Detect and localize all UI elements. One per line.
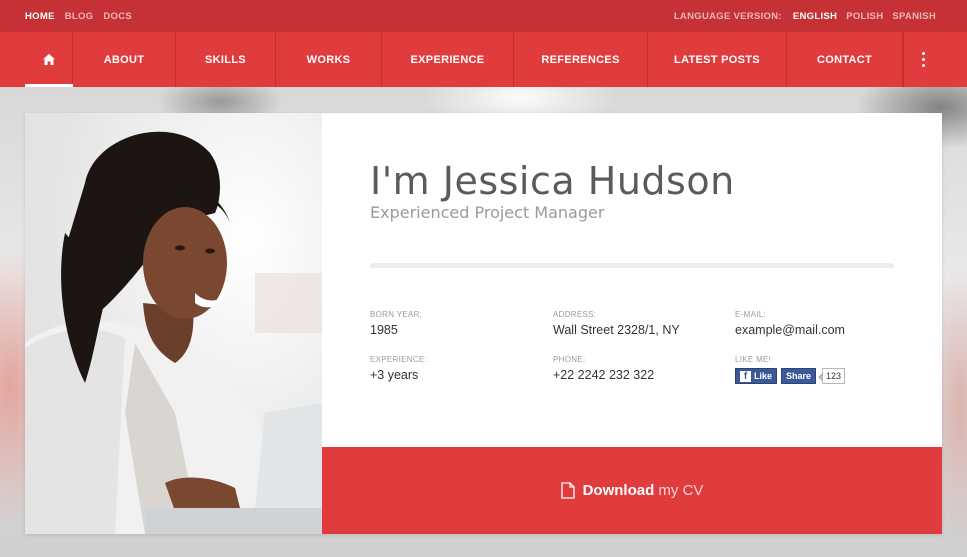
address-value: Wall Street 2328/1, NY — [553, 323, 680, 337]
download-cv-button[interactable]: Download my CV — [322, 447, 942, 534]
language-english[interactable]: ENGLISH — [793, 11, 837, 22]
facebook-share-button[interactable]: Share — [781, 368, 817, 384]
top-link-home[interactable]: HOME — [25, 11, 55, 22]
email-value[interactable]: example@mail.com — [735, 323, 845, 337]
language-switcher: LANGUAGE VERSION: ENGLISH POLISH SPANISH — [674, 11, 942, 22]
top-links: HOME BLOG DOCS — [25, 11, 132, 22]
born-year-label: BORN YEAR: — [370, 310, 423, 319]
nav-references[interactable]: REFERENCES — [514, 32, 648, 87]
language-label: LANGUAGE VERSION: — [673, 10, 782, 22]
nav-latest-posts[interactable]: LATEST POSTS — [648, 32, 787, 87]
facebook-icon: f — [740, 370, 751, 382]
share-button-label: Share — [786, 371, 812, 381]
download-label-bold: Download — [582, 482, 655, 499]
like-button-label: Like — [754, 371, 773, 381]
profile-content: I'm Jessica Hudson Experienced Project M… — [322, 113, 942, 447]
experience-field: EXPERIENCE: +3 years — [370, 355, 427, 382]
download-label-light: my CV — [658, 482, 704, 499]
document-icon — [560, 482, 575, 499]
portrait-illustration — [25, 113, 322, 534]
born-year-field: BORN YEAR: 1985 — [370, 310, 422, 337]
address-label: ADDRESS: — [553, 310, 597, 319]
experience-value: +3 years — [370, 368, 419, 382]
nav-home[interactable] — [25, 32, 73, 87]
profile-card: I'm Jessica Hudson Experienced Project M… — [25, 113, 942, 534]
nav-about[interactable]: ABOUT — [73, 32, 176, 87]
nav-skills[interactable]: SKILLS — [176, 32, 276, 87]
facebook-like-button[interactable]: f Like — [735, 368, 778, 384]
top-link-blog[interactable]: BLOG — [65, 11, 94, 22]
nav-contact[interactable]: CONTACT — [787, 32, 903, 87]
like-label: LIKE ME! — [735, 355, 772, 364]
phone-field: PHONE: +22 2242 232 322 — [553, 355, 654, 382]
main-nav: ABOUT SKILLS WORKS EXPERIENCE REFERENCES… — [0, 32, 967, 87]
language-polish[interactable]: POLISH — [846, 11, 883, 22]
experience-label: EXPERIENCE: — [370, 355, 428, 364]
nav-experience[interactable]: EXPERIENCE — [382, 32, 514, 87]
nav-more[interactable] — [903, 32, 943, 87]
more-vertical-icon — [922, 52, 925, 67]
profile-photo — [25, 113, 322, 534]
email-field: E-MAIL: example@mail.com — [735, 310, 845, 337]
divider — [370, 263, 894, 268]
like-count: 123 — [818, 368, 846, 384]
social-buttons: f Like Share 123 — [735, 368, 846, 384]
profile-role: Experienced Project Manager — [370, 203, 605, 222]
like-field: LIKE ME! f Like Share 123 — [735, 355, 846, 384]
home-icon — [42, 54, 55, 65]
top-link-docs[interactable]: DOCS — [103, 11, 132, 22]
phone-value: +22 2242 232 322 — [553, 368, 655, 382]
top-bar: HOME BLOG DOCS LANGUAGE VERSION: ENGLISH… — [0, 0, 967, 32]
profile-name: I'm Jessica Hudson — [370, 159, 735, 203]
language-spanish[interactable]: SPANISH — [892, 11, 936, 22]
phone-label: PHONE: — [553, 355, 586, 364]
address-field: ADDRESS: Wall Street 2328/1, NY — [553, 310, 680, 337]
email-label: E-MAIL: — [735, 310, 766, 319]
born-year-value: 1985 — [370, 323, 398, 337]
nav-works[interactable]: WORKS — [276, 32, 382, 87]
